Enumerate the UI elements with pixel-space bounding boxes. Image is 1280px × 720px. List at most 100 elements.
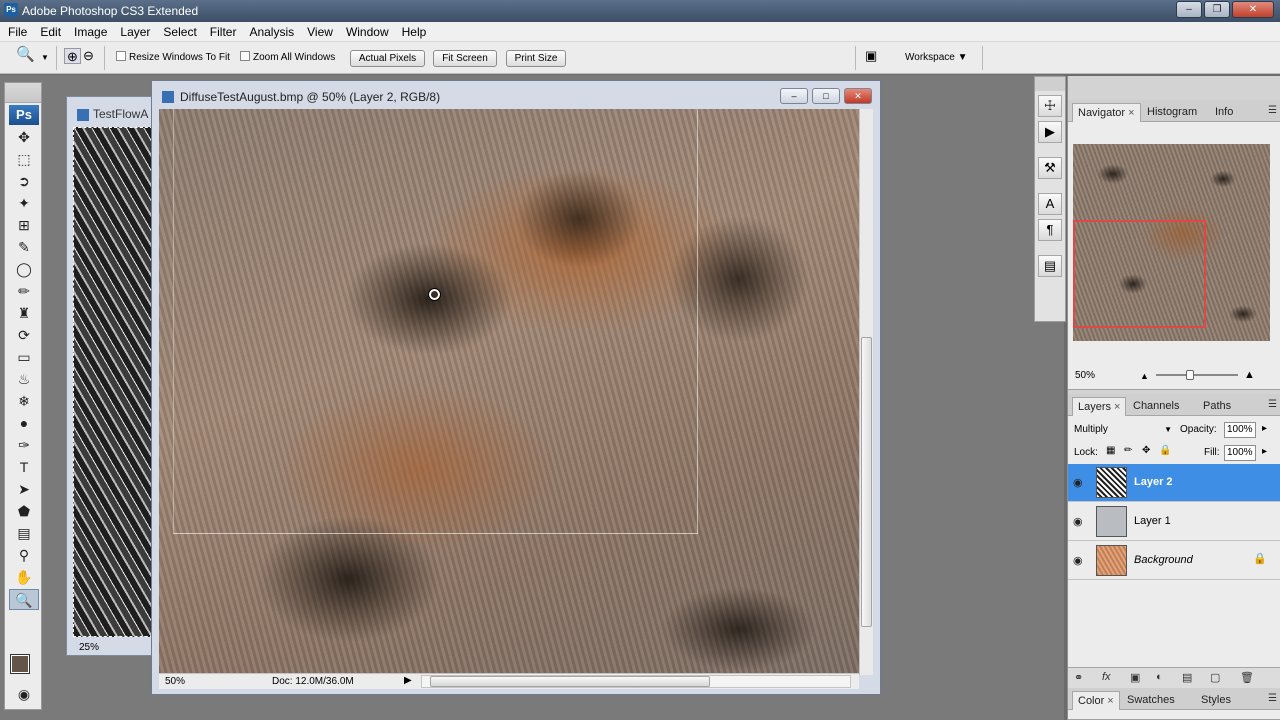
zoom-all-checkbox[interactable]: Zoom All Windows	[240, 50, 335, 66]
layer-name[interactable]: Layer 2	[1134, 476, 1173, 488]
slice-tool-icon[interactable]: ✎	[9, 237, 39, 258]
quick-mask-icon[interactable]: ◉	[9, 684, 39, 705]
panel-menu-icon[interactable]: ☰	[1268, 693, 1277, 704]
navigator-zoom[interactable]: 50%	[1075, 370, 1095, 381]
doc-close-button[interactable]: ✕	[844, 88, 872, 104]
lock-transparent-icon[interactable]: ▦	[1106, 445, 1115, 456]
paragraph-panel-icon[interactable]: ¶	[1038, 219, 1062, 241]
document-window[interactable]: DiffuseTestAugust.bmp @ 50% (Layer 2, RG…	[151, 80, 881, 695]
document-canvas[interactable]	[159, 109, 859, 675]
menu-layer[interactable]: Layer	[115, 22, 158, 42]
history-brush-tool-icon[interactable]: ⟳	[9, 325, 39, 346]
tab-layers[interactable]: Layers ×	[1072, 397, 1127, 416]
opacity-slider-arrow-icon[interactable]: ▸	[1262, 423, 1267, 434]
menu-select[interactable]: Select	[158, 22, 204, 42]
tab-paths[interactable]: Paths	[1198, 397, 1236, 416]
eyedropper-tool-icon[interactable]: ⚲	[9, 545, 39, 566]
zoom-tool-icon[interactable]: 🔍	[16, 47, 35, 63]
healing-brush-tool-icon[interactable]: ◯	[9, 259, 39, 280]
fill-slider-arrow-icon[interactable]: ▸	[1262, 446, 1267, 457]
vertical-scrollbar[interactable]	[859, 109, 873, 675]
minimize-button[interactable]: –	[1176, 1, 1202, 18]
paint-bucket-tool-icon[interactable]: ♨	[9, 369, 39, 390]
menu-help[interactable]: Help	[397, 22, 435, 42]
tab-color[interactable]: Color ×	[1072, 691, 1120, 710]
navigator-zoom-slider-knob[interactable]	[1186, 370, 1194, 380]
background-document-zoom[interactable]: 25%	[79, 642, 99, 653]
background-document-window[interactable]: TestFlowA 25%	[66, 96, 156, 656]
opacity-input[interactable]: 100%	[1224, 422, 1256, 438]
tool-preset-dropdown[interactable]: ▼	[41, 50, 49, 66]
actual-pixels-button[interactable]: Actual Pixels	[350, 50, 425, 67]
character-panel-icon[interactable]: A	[1038, 193, 1062, 215]
eraser-tool-icon[interactable]: ▭	[9, 347, 39, 368]
link-layers-icon[interactable]: ⚭	[1074, 671, 1083, 684]
new-group-icon[interactable]: ▤	[1182, 671, 1192, 684]
dock-grip[interactable]	[1035, 77, 1065, 91]
pen-tool-icon[interactable]: ✑	[9, 435, 39, 456]
close-tab-icon[interactable]: ×	[1114, 401, 1120, 413]
toolbox-grip[interactable]	[5, 83, 41, 103]
tab-info[interactable]: Info	[1210, 103, 1238, 122]
doc-minimize-button[interactable]: –	[780, 88, 808, 104]
marquee-tool-icon[interactable]: ⬚	[9, 149, 39, 170]
workspace-menu[interactable]: Workspace ▼	[905, 50, 968, 66]
visibility-eye-icon[interactable]: ◉	[1073, 554, 1083, 567]
zoom-tool-icon[interactable]: 🔍	[9, 589, 39, 610]
bridge-icon[interactable]: ▣	[865, 48, 877, 64]
menu-filter[interactable]: Filter	[205, 22, 245, 42]
adjustment-layer-icon[interactable]: ◐	[1156, 671, 1163, 683]
foreground-color-swatch[interactable]	[10, 654, 30, 674]
tab-navigator[interactable]: Navigator ×	[1072, 103, 1141, 122]
layer-row-layer-2[interactable]: ◉ Layer 2	[1068, 464, 1280, 502]
magic-wand-tool-icon[interactable]: ✦	[9, 193, 39, 214]
panel-menu-icon[interactable]: ☰	[1268, 105, 1277, 116]
close-tab-icon[interactable]: ×	[1107, 695, 1113, 707]
notes-tool-icon[interactable]: ▤	[9, 523, 39, 544]
print-size-button[interactable]: Print Size	[506, 50, 566, 67]
lock-image-icon[interactable]: ✏	[1124, 445, 1132, 456]
lasso-tool-icon[interactable]: ➲	[9, 171, 39, 192]
tab-styles[interactable]: Styles	[1196, 691, 1236, 710]
navigator-view-box[interactable]	[1073, 220, 1206, 328]
doc-maximize-button[interactable]: □	[812, 88, 840, 104]
layer-style-icon[interactable]: fx	[1102, 671, 1111, 683]
tab-channels[interactable]: Channels	[1128, 397, 1184, 416]
menu-analysis[interactable]: Analysis	[244, 22, 302, 42]
layer-row-background[interactable]: ◉ Background 🔒	[1068, 542, 1280, 580]
tab-histogram[interactable]: Histogram	[1142, 103, 1202, 122]
move-tool-icon[interactable]: ✥	[9, 127, 39, 148]
maximize-button[interactable]: ❐	[1204, 1, 1230, 18]
close-button[interactable]: ✕	[1232, 1, 1274, 18]
clone-stamp-tool-icon[interactable]: ♜	[9, 303, 39, 324]
panel-menu-icon[interactable]: ☰	[1268, 399, 1277, 410]
zoom-level[interactable]: 50%	[165, 676, 185, 687]
tool-presets-icon[interactable]: ⚒	[1038, 157, 1062, 179]
blend-mode-select[interactable]: Multiply ▼	[1072, 421, 1174, 438]
shape-tool-icon[interactable]: ⬟	[9, 501, 39, 522]
lock-all-icon[interactable]: 🔒	[1159, 445, 1171, 456]
delete-layer-icon[interactable]: 🗑	[1240, 671, 1254, 684]
path-selection-tool-icon[interactable]: ➤	[9, 479, 39, 500]
new-layer-icon[interactable]: ▢	[1210, 671, 1220, 684]
layer-name[interactable]: Background	[1134, 554, 1193, 566]
navigator-zoom-slider[interactable]	[1156, 374, 1238, 376]
resize-windows-checkbox[interactable]: Resize Windows To Fit	[116, 50, 230, 66]
menu-edit[interactable]: Edit	[35, 22, 69, 42]
layer-name[interactable]: Layer 1	[1134, 515, 1171, 527]
background-document-canvas[interactable]	[73, 127, 153, 637]
dodge-tool-icon[interactable]: ●	[9, 413, 39, 434]
zoom-out-mountain-icon[interactable]: ▲	[1140, 371, 1149, 381]
status-menu-arrow-icon[interactable]: ▶	[404, 675, 412, 686]
type-tool-icon[interactable]: T	[9, 457, 39, 478]
horizontal-scrollbar[interactable]	[421, 675, 851, 688]
crop-tool-icon[interactable]: ⊞	[9, 215, 39, 236]
brush-tool-icon[interactable]: ✏	[9, 281, 39, 302]
zoom-out-icon[interactable]: ⊖	[83, 48, 94, 64]
layer-row-layer-1[interactable]: ◉ Layer 1	[1068, 503, 1280, 541]
horizontal-scroll-thumb[interactable]	[430, 676, 710, 687]
layer-comps-icon[interactable]: ▤	[1038, 255, 1062, 277]
actions-panel-icon[interactable]: ▶	[1038, 121, 1062, 143]
close-tab-icon[interactable]: ×	[1128, 107, 1134, 119]
history-panel-icon[interactable]: ☩	[1038, 95, 1062, 117]
